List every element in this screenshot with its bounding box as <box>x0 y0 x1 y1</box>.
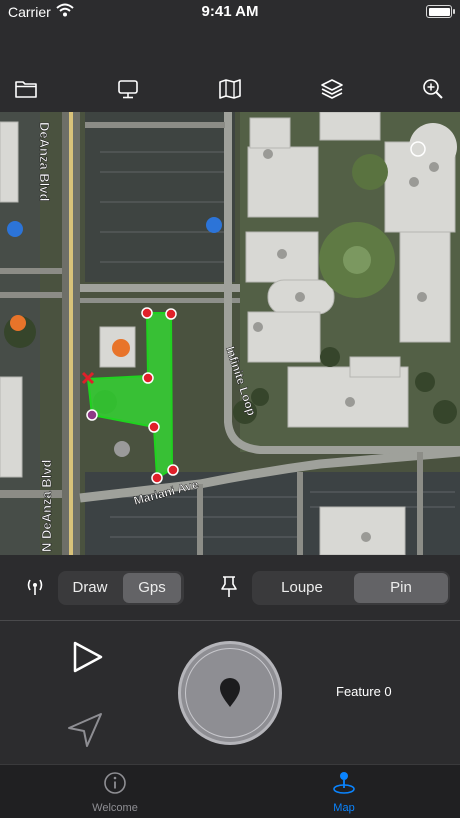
street-label-de-anza-bottom: N DeAnza Blvd <box>39 459 54 552</box>
street-label-de-anza-top: DeAnza Blvd <box>37 122 52 202</box>
loupe-segment[interactable]: Loupe <box>254 573 350 603</box>
play-icon[interactable] <box>72 641 104 673</box>
vertex-handle[interactable] <box>165 308 177 320</box>
layers-icon[interactable] <box>320 78 344 100</box>
feature-label: Feature 0 <box>336 684 392 699</box>
loupe-pin-segmented-control: Loupe Pin <box>252 571 450 605</box>
tab-map-label: Map <box>333 802 355 814</box>
vertex-handle[interactable] <box>141 307 153 319</box>
battery-icon <box>426 5 455 18</box>
zoom-in-icon[interactable] <box>421 78 445 100</box>
pin-icon[interactable] <box>218 575 240 599</box>
location-pin-icon <box>220 678 240 707</box>
gps-signal-icon[interactable] <box>24 575 46 597</box>
tab-map[interactable]: Map <box>284 771 404 814</box>
location-arrow-icon[interactable] <box>66 711 104 749</box>
poi-icon[interactable] <box>206 217 222 233</box>
pin-segment[interactable]: Pin <box>354 573 448 603</box>
info-icon <box>104 772 126 794</box>
restaurant-poi-icon[interactable] <box>112 339 130 357</box>
vertex-handle[interactable] <box>148 421 160 433</box>
controls-row: Draw Gps Loupe Pin <box>0 555 460 621</box>
tab-welcome-label: Welcome <box>92 802 138 814</box>
draw-gps-segmented-control: Draw Gps <box>58 571 184 605</box>
vertex-handle[interactable] <box>142 372 154 384</box>
vertex-handle[interactable] <box>167 464 179 476</box>
draw-segment[interactable]: Draw <box>60 573 120 603</box>
tab-bar: Welcome Map <box>0 764 460 818</box>
map-pin-icon <box>333 772 355 794</box>
gps-panel: Feature 0 <box>0 621 460 764</box>
desktop-icon[interactable] <box>116 78 140 100</box>
vertex-handle[interactable] <box>86 409 98 421</box>
tab-welcome[interactable]: Welcome <box>55 771 175 814</box>
satellite-map[interactable]: DeAnza Blvd N DeAnza Blvd Infinite Loop … <box>0 112 460 555</box>
joystick-control[interactable] <box>178 641 282 745</box>
clock: 9:41 AM <box>201 3 259 20</box>
map-canvas[interactable]: DeAnza Blvd N DeAnza Blvd Infinite Loop … <box>0 112 460 555</box>
restaurant-poi-icon[interactable] <box>10 315 26 331</box>
gps-segment[interactable]: Gps <box>123 573 181 603</box>
map-icon[interactable] <box>218 78 242 100</box>
status-bar: Carrier 9:41 AM <box>0 0 460 24</box>
folder-icon[interactable] <box>14 78 38 100</box>
fuel-poi-icon[interactable] <box>7 221 23 237</box>
building-poi-icon[interactable] <box>114 441 130 457</box>
vertex-handle[interactable] <box>151 472 163 484</box>
top-toolbar <box>0 64 460 112</box>
